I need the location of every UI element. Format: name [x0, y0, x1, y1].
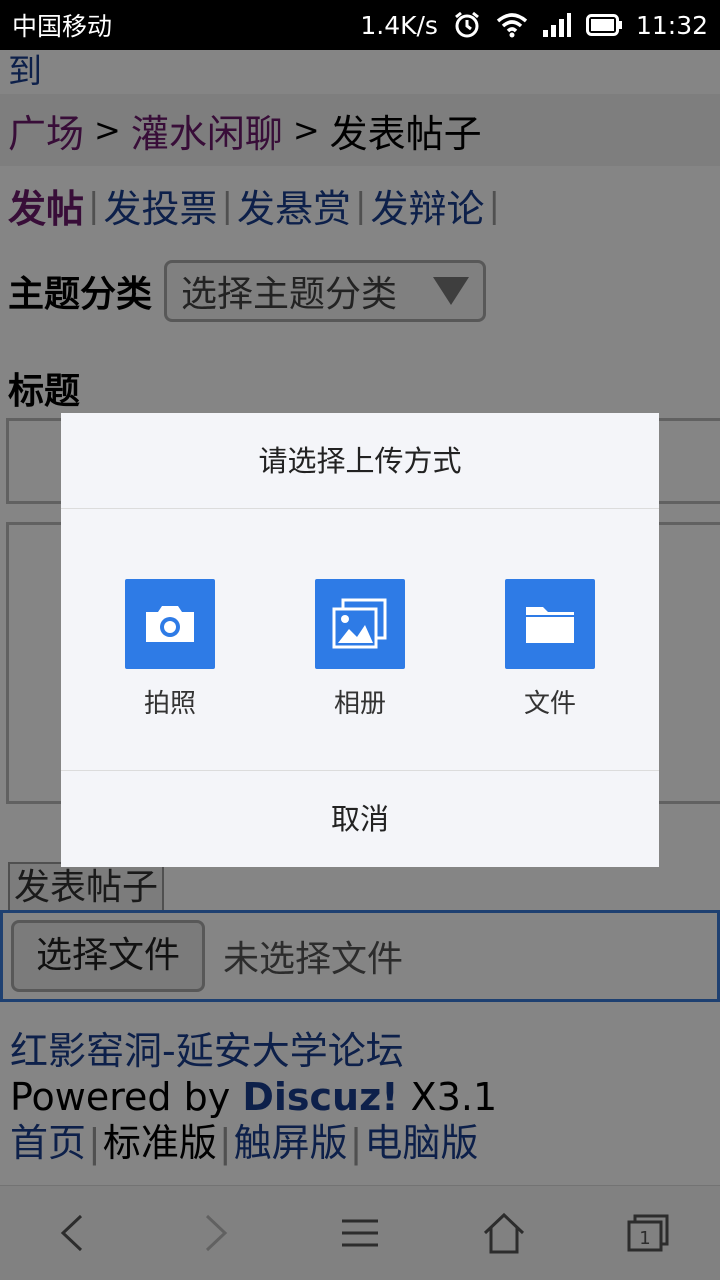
option-gallery-label: 相册: [333, 689, 386, 719]
option-file-label: 文件: [523, 689, 576, 719]
upload-method-dialog: 请选择上传方式 拍照 相册 文件 取消: [61, 413, 659, 867]
clock-time: 11:32: [635, 10, 708, 40]
wifi-icon: [496, 12, 528, 38]
gallery-icon: [315, 579, 405, 669]
status-bar: 中国移动 1.4K/s 11:32: [0, 0, 720, 50]
option-camera-label: 拍照: [143, 689, 196, 719]
option-camera[interactable]: 拍照: [115, 579, 225, 720]
dialog-title: 请选择上传方式: [61, 413, 659, 509]
folder-icon: [505, 579, 595, 669]
signal-icon: [542, 12, 572, 38]
option-gallery[interactable]: 相册: [305, 579, 415, 720]
camera-icon: [125, 579, 215, 669]
network-speed: 1.4K/s: [360, 10, 438, 40]
alarm-icon: [452, 10, 482, 40]
battery-icon: [585, 14, 622, 36]
cancel-button[interactable]: 取消: [61, 771, 659, 867]
option-file[interactable]: 文件: [495, 579, 605, 720]
carrier-name: 中国移动: [12, 12, 113, 41]
